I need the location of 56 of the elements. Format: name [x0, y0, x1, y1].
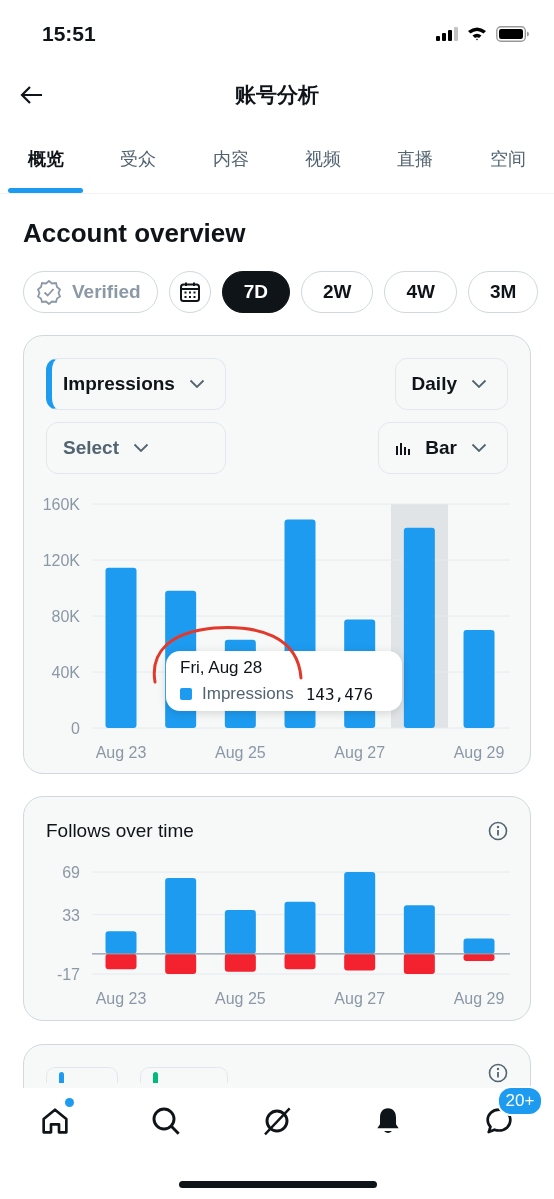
chevron-down-icon — [188, 379, 205, 389]
filter-chip[interactable]: 3M — [467, 271, 539, 313]
axis-label: 120K — [42, 552, 80, 569]
tab[interactable]: 直播 — [369, 125, 462, 193]
axis-label: Aug 29 — [453, 990, 505, 1007]
chart-type-dropdown[interactable]: Bar — [378, 422, 508, 474]
filter-chip[interactable]: 2W — [300, 271, 374, 313]
verified-badge-icon — [36, 279, 62, 305]
back-arrow-icon — [20, 85, 44, 105]
bar-chart-icon — [395, 440, 412, 456]
legend-swatch — [180, 688, 192, 700]
chevron-down-icon — [471, 443, 487, 453]
tooltip-value: 143,476 — [305, 684, 374, 704]
tab[interactable]: 内容 — [184, 125, 277, 193]
axis-label: Aug 25 — [215, 990, 266, 1007]
page-title: 账号分析 — [235, 82, 319, 108]
search-icon[interactable] — [150, 1105, 183, 1137]
chevron-down-icon — [471, 379, 487, 389]
tab[interactable]: 视频 — [277, 125, 370, 193]
tooltip-date: Fri, Aug 28 — [180, 658, 264, 678]
status-time: 15:51 — [42, 20, 97, 46]
battery-icon — [496, 25, 530, 42]
count-badge: 20+ — [496, 1086, 544, 1116]
chevron-down-icon — [133, 443, 149, 453]
series-chip[interactable] — [46, 1067, 118, 1083]
metric-dropdown[interactable]: Impressions — [46, 358, 226, 410]
section-heading: Account overview — [23, 217, 247, 249]
axis-label: 69 — [62, 864, 80, 881]
axis-label: Aug 23 — [95, 990, 147, 1007]
axis-label: 0 — [71, 720, 80, 737]
axis-label: 80K — [51, 608, 80, 625]
interval-dropdown[interactable]: Daily — [394, 358, 508, 410]
axis-label: 160K — [42, 496, 80, 513]
tooltip-series: Impressions — [202, 684, 294, 704]
calendar-icon — [178, 281, 201, 303]
filter-chip[interactable]: 7D — [221, 271, 290, 313]
signal-icon — [436, 26, 458, 41]
wifi-icon — [467, 26, 487, 41]
axis-label: Aug 25 — [215, 744, 266, 761]
axis-label: Aug 29 — [453, 744, 505, 761]
tab[interactable]: 受众 — [92, 125, 185, 193]
info-icon[interactable] — [488, 1063, 508, 1083]
axis-label: Aug 23 — [95, 744, 147, 761]
axis-label: Aug 27 — [334, 990, 386, 1007]
compare-dropdown[interactable]: Select — [46, 422, 226, 474]
axis-label: 33 — [62, 906, 80, 924]
card-title: Follows over time — [46, 819, 194, 843]
tab[interactable]: 概览 — [0, 125, 93, 193]
slashed-circle-icon[interactable] — [261, 1105, 293, 1137]
axis-label: -17 — [56, 966, 80, 983]
tab[interactable]: 空间 — [461, 125, 554, 193]
info-icon[interactable] — [488, 821, 508, 841]
axis-label: 40K — [51, 664, 80, 681]
calendar-button[interactable] — [168, 271, 211, 313]
filter-chip[interactable]: 4W — [384, 271, 457, 313]
axis-label: Aug 27 — [334, 744, 386, 761]
